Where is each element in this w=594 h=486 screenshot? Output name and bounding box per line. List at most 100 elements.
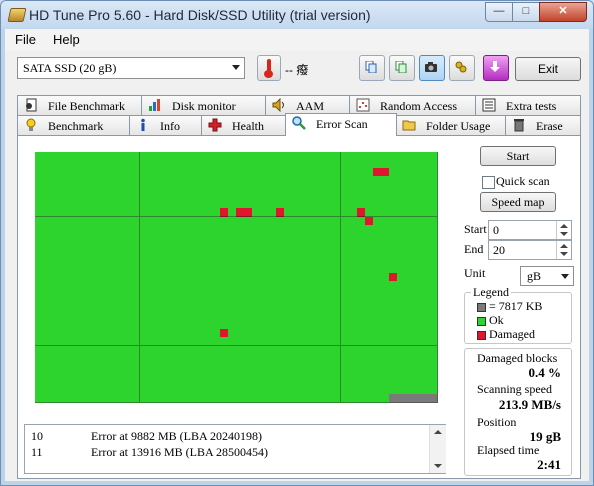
- magnifier-icon: [292, 116, 306, 130]
- maximize-button[interactable]: □: [512, 2, 540, 22]
- thermometer-bulb: [264, 70, 273, 78]
- log-number: 10: [31, 429, 43, 443]
- tab-health[interactable]: Health: [201, 115, 287, 136]
- legend-row-damaged: Damaged: [477, 327, 535, 342]
- tab-label: Disk monitor: [172, 99, 236, 113]
- camera-glyph: [425, 62, 437, 72]
- ok-swatch: [477, 316, 486, 326]
- log-row[interactable]: 10 Error at 9882 MB (LBA 20240198): [25, 429, 425, 445]
- health-cross-icon: [208, 118, 222, 132]
- log-scrollbar[interactable]: [429, 425, 446, 473]
- folder-icon: [402, 120, 416, 131]
- unit-select[interactable]: gB: [520, 266, 574, 286]
- tab-label: Info: [160, 119, 180, 133]
- error-scan-panel: 10 Error at 9882 MB (LBA 20240198) 11 Er…: [17, 135, 581, 479]
- end-input[interactable]: 20: [488, 240, 572, 260]
- app-window: HD Tune Pro 5.60 - Hard Disk/SSD Utility…: [0, 0, 594, 486]
- spin-buttons[interactable]: [556, 221, 571, 239]
- block-map: [35, 152, 438, 403]
- info-icon: [141, 118, 145, 131]
- tab-label: Folder Usage: [426, 119, 491, 133]
- file-benchmark-icon: [26, 98, 37, 112]
- start-input[interactable]: 0: [488, 220, 572, 240]
- chevron-down-icon: [560, 252, 568, 256]
- log-text: Error at 13916 MB (LBA 28500454): [91, 445, 268, 459]
- copy-text-icon[interactable]: [389, 55, 415, 81]
- scroll-down-icon[interactable]: [434, 464, 442, 468]
- drive-selector-value: SATA SSD (20 gB): [23, 61, 117, 75]
- chevron-down-icon: [232, 65, 240, 70]
- start-button[interactable]: Start: [480, 146, 556, 166]
- chevron-up-icon: [560, 244, 568, 248]
- damaged-blocks-value: 0.4 %: [528, 365, 562, 380]
- camera-icon[interactable]: [419, 55, 445, 81]
- tab-erase[interactable]: Erase: [505, 115, 581, 136]
- block-swatch: [477, 302, 486, 312]
- stats-box: Damaged blocks 0.4 % Scanning speed 213.…: [464, 348, 572, 476]
- thermometer-icon[interactable]: [257, 55, 281, 81]
- error-log: 10 Error at 9882 MB (LBA 20240198) 11 Er…: [24, 424, 446, 474]
- disk-monitor-icon: [149, 99, 160, 111]
- copy-text-glyph: [395, 61, 407, 73]
- legend-box: Legend = 7817 KB Ok Damaged: [464, 285, 572, 344]
- copy-info-glyph: [365, 61, 377, 73]
- speed-map-button[interactable]: Speed map: [480, 192, 556, 212]
- arrow-down-glyph: [490, 61, 500, 72]
- options-glyph: [455, 61, 467, 73]
- log-row[interactable]: 11 Error at 13916 MB (LBA 28500454): [25, 445, 425, 461]
- tab-error-scan[interactable]: Error Scan: [285, 113, 397, 136]
- legend-damaged: Damaged: [489, 327, 535, 341]
- save-icon[interactable]: [483, 55, 509, 81]
- menu-help[interactable]: Help: [53, 32, 80, 47]
- spin-buttons[interactable]: [556, 241, 571, 259]
- tab-benchmark[interactable]: Benchmark: [17, 115, 131, 136]
- copy-info-icon[interactable]: [359, 55, 385, 81]
- menu-bar: File Help: [5, 29, 589, 51]
- tab-label: Health: [232, 119, 264, 133]
- extra-tests-icon: [482, 98, 496, 112]
- tab-label: Benchmark: [48, 119, 104, 133]
- legend-row-block: = 7817 KB: [477, 299, 542, 314]
- quick-scan-checkbox[interactable]: [482, 176, 495, 189]
- tab-label: Extra tests: [506, 99, 557, 113]
- unit-select-value: gB: [527, 269, 542, 283]
- tab-disk-monitor[interactable]: Disk monitor: [141, 95, 267, 116]
- drive-selector[interactable]: SATA SSD (20 gB): [17, 57, 245, 79]
- position-label: Position: [477, 415, 517, 429]
- legend-title: Legend: [471, 285, 511, 300]
- minimize-button[interactable]: —: [485, 2, 513, 22]
- temperature-readout: -- 癈: [285, 63, 309, 77]
- start-input-value: 0: [493, 223, 499, 237]
- scanning-speed-label: Scanning speed: [477, 382, 552, 396]
- chevron-down-icon: [560, 232, 568, 236]
- title-bar: HD Tune Pro 5.60 - Hard Disk/SSD Utility…: [1, 1, 593, 29]
- tab-info[interactable]: Info: [129, 115, 203, 136]
- scroll-up-icon[interactable]: [434, 430, 442, 434]
- benchmark-bulb-icon: [26, 118, 36, 131]
- exit-button[interactable]: Exit: [515, 57, 581, 81]
- quick-scan-label: Quick scan: [496, 174, 550, 188]
- menu-file[interactable]: File: [15, 32, 36, 47]
- legend-row-ok: Ok: [477, 313, 504, 328]
- random-access-icon: [356, 98, 370, 112]
- end-input-value: 20: [493, 243, 505, 257]
- options-icon[interactable]: [449, 55, 475, 81]
- tab-label: Erase: [536, 119, 563, 133]
- elapsed-time-value: 2:41: [537, 457, 561, 472]
- close-button[interactable]: ✕: [539, 2, 587, 22]
- start-label: Start: [464, 222, 487, 236]
- elapsed-time-label: Elapsed time: [477, 443, 540, 457]
- tab-label: File Benchmark: [48, 99, 125, 113]
- chevron-up-icon: [560, 224, 568, 228]
- tab-folder-usage[interactable]: Folder Usage: [395, 115, 507, 136]
- tab-file-benchmark[interactable]: File Benchmark: [17, 95, 143, 116]
- hdtune-app-icon: [7, 8, 27, 22]
- log-number: 11: [31, 445, 43, 459]
- tab-extra-tests[interactable]: Extra tests: [475, 95, 581, 116]
- scanning-speed-value: 213.9 MB/s: [498, 397, 561, 412]
- end-label: End: [464, 242, 484, 256]
- client-area: SATA SSD (20 gB) -- 癈 Exit File Benchmar…: [5, 51, 589, 481]
- trash-icon: [514, 119, 524, 132]
- damaged-swatch: [477, 330, 486, 340]
- tab-label: Random Access: [380, 99, 457, 113]
